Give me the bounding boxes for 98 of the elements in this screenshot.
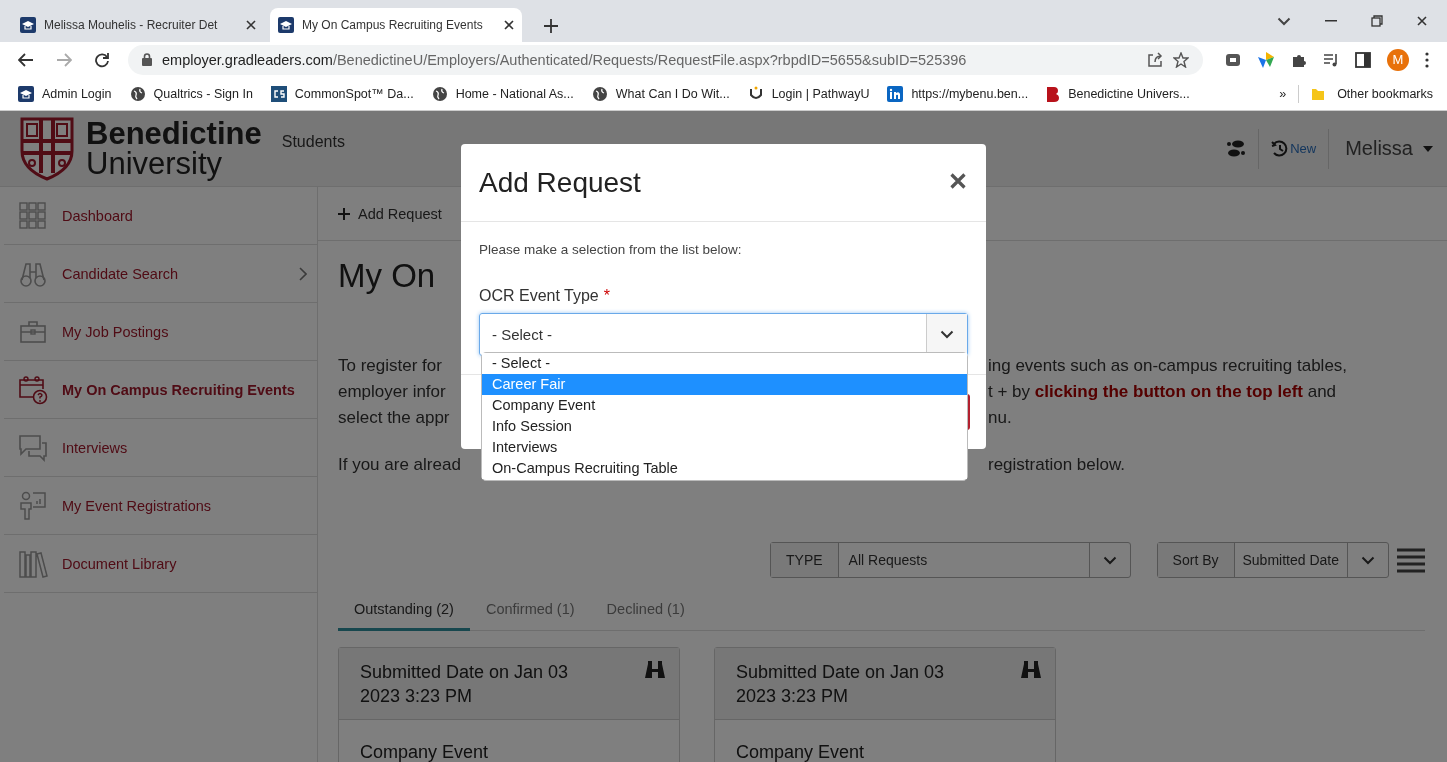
share-icon[interactable]	[1147, 51, 1163, 68]
bookmark-link[interactable]: What Can I Do Wit...	[615, 86, 730, 101]
extension-icon[interactable]	[1225, 51, 1241, 68]
add-request-button[interactable]: Add Request	[338, 205, 442, 222]
reload-icon[interactable]	[94, 51, 110, 68]
nav-link[interactable]: Students	[281, 132, 345, 151]
university-shield-logo	[20, 116, 74, 181]
globe-icon	[129, 85, 146, 102]
user-menu[interactable]: Melissa	[1345, 137, 1413, 160]
folder-icon	[1311, 86, 1326, 101]
u-logo-icon	[747, 85, 764, 102]
binoculars-icon[interactable]	[1019, 660, 1043, 680]
bookmark-link[interactable]: CommonSpot™ Da...	[294, 86, 414, 101]
minimize-icon[interactable]	[1325, 20, 1337, 22]
event-type: Company Event	[735, 741, 866, 762]
bookmark-link[interactable]: Home - National As...	[455, 86, 574, 101]
paragraph-fragment: nu.	[988, 407, 1012, 429]
page-heading: My On	[338, 257, 436, 295]
sidebar-label: My Job Postings	[62, 323, 169, 340]
sidebar-item[interactable]: My Job Postings	[4, 303, 317, 361]
sidebar-label: My On Campus Recruiting Events	[62, 381, 295, 398]
sidebar-label: Candidate Search	[62, 265, 179, 282]
chevron-down-icon	[1361, 555, 1375, 565]
bookmark-cap-icon	[18, 85, 34, 102]
required-mark: *	[603, 287, 610, 305]
sidebar-item[interactable]: Candidate Search	[4, 245, 317, 303]
url-text: employer.gradleaders.com/BenedictineU/Employers/Authenticated/Requests/RequestFile.aspx?rbpdID=5655&subID=525396	[162, 51, 968, 68]
books-icon	[18, 548, 48, 579]
sidebar-item[interactable]: Dashboard	[4, 187, 317, 245]
footprints-icon[interactable]	[1226, 139, 1247, 158]
back-icon[interactable]	[18, 52, 34, 67]
b-logo-icon	[1046, 85, 1061, 102]
list-view-icon[interactable]	[1397, 547, 1425, 573]
paragraph-fragment: select the appr	[338, 407, 450, 429]
close-tab-icon[interactable]	[504, 20, 514, 30]
bookmark-link[interactable]: Qualtrics - Sign In	[153, 86, 253, 101]
bookmark-link[interactable]: Admin Login	[42, 86, 112, 101]
sidebar-label: Dashboard	[62, 207, 133, 224]
globe-icon	[431, 85, 448, 102]
grid-icon	[19, 201, 47, 230]
bookmark-folder[interactable]: Other bookmarks	[1337, 86, 1433, 101]
lock-icon	[142, 53, 152, 66]
globe-icon	[591, 85, 608, 102]
sidebar-item[interactable]: Document Library	[4, 535, 317, 593]
close-icon	[950, 173, 966, 189]
more-menu-icon[interactable]	[1425, 51, 1429, 68]
close-window-icon[interactable]	[1417, 16, 1427, 26]
status-tab[interactable]: Outstanding (2)	[338, 592, 470, 631]
graduation-cap-icon	[20, 17, 36, 33]
logo-text: University	[86, 148, 224, 179]
close-tab-icon[interactable]	[246, 20, 256, 30]
paragraph-fragment: If you are alread	[338, 454, 461, 476]
paragraph-fragment: registration below.	[988, 454, 1126, 476]
paragraph-fragment: employer infor	[338, 381, 446, 403]
sidebar-item[interactable]: My Event Registrations	[4, 477, 317, 535]
caret-icon	[1423, 145, 1433, 152]
instruction-text: Please make a selection from the list below:	[479, 242, 743, 257]
paragraph-fragment: t + by clicking the button on the top left and	[988, 381, 1337, 403]
bookmark-link[interactable]: Benedictine Univers...	[1068, 86, 1190, 101]
bookmark-link[interactable]: https://mybenu.ben...	[911, 86, 1029, 101]
field-label: OCR Event Type	[479, 287, 599, 305]
colorful-extension-icon[interactable]	[1257, 50, 1275, 69]
more-bookmarks-button[interactable]: »	[1279, 86, 1287, 101]
sidebar-label: Document Library	[62, 555, 177, 572]
chevron-down-icon	[940, 330, 954, 339]
browser-tab[interactable]: My On Campus Recruiting Events	[270, 8, 522, 42]
side-panel-icon[interactable]	[1355, 51, 1371, 68]
event-type: Company Event	[359, 741, 490, 762]
sidebar-item[interactable]: My On Campus Recruiting Events	[4, 361, 317, 419]
plus-icon	[338, 207, 350, 220]
graduation-cap-icon	[278, 17, 294, 33]
chat-bubbles-icon	[18, 433, 48, 462]
dialog-title: Add Request	[479, 166, 641, 199]
restore-icon[interactable]	[1371, 15, 1383, 27]
calendar-question-icon	[18, 374, 48, 405]
linkedin-icon	[887, 85, 904, 102]
new-tab-icon[interactable]	[544, 19, 558, 33]
filter-select[interactable]: TYPE All Requests	[770, 542, 1131, 578]
chevron-down-icon	[1102, 555, 1117, 565]
paragraph-fragment: ing events such as on-campus recruiting tables,	[988, 355, 1348, 377]
sidebar-item[interactable]: Interviews	[4, 419, 317, 477]
sidebar-label: My Event Registrations	[62, 497, 212, 514]
history-icon[interactable]	[1271, 139, 1290, 158]
bookmark-link[interactable]: Login | PathwayU	[771, 86, 870, 101]
address-bar[interactable]: employer.gradleaders.com/BenedictineU/Employers/Authenticated/Requests/RequestFile.aspx?rbpdID=5655&subID=525396	[128, 44, 1203, 75]
submitted-date: Submitted Date on Jan 03 2023 3:23 PM	[360, 661, 570, 708]
filter-select[interactable]: Sort By Submitted Date	[1156, 542, 1389, 578]
sidebar-label: Interviews	[62, 439, 128, 456]
logo-text: Benedictine	[86, 118, 262, 149]
chevron-down-icon	[1277, 16, 1291, 26]
cs-logo-icon	[270, 85, 287, 102]
star-icon[interactable]	[1173, 51, 1189, 68]
presenter-icon	[19, 490, 47, 521]
paragraph-fragment: To register for	[338, 355, 442, 377]
binoculars-icon[interactable]	[643, 660, 667, 680]
submitted-date: Submitted Date on Jan 03 2023 3:23 PM	[736, 661, 946, 708]
playlist-icon[interactable]	[1323, 52, 1339, 67]
browser-tab[interactable]: Melissa Mouhelis - Recruiter Det	[12, 8, 264, 42]
